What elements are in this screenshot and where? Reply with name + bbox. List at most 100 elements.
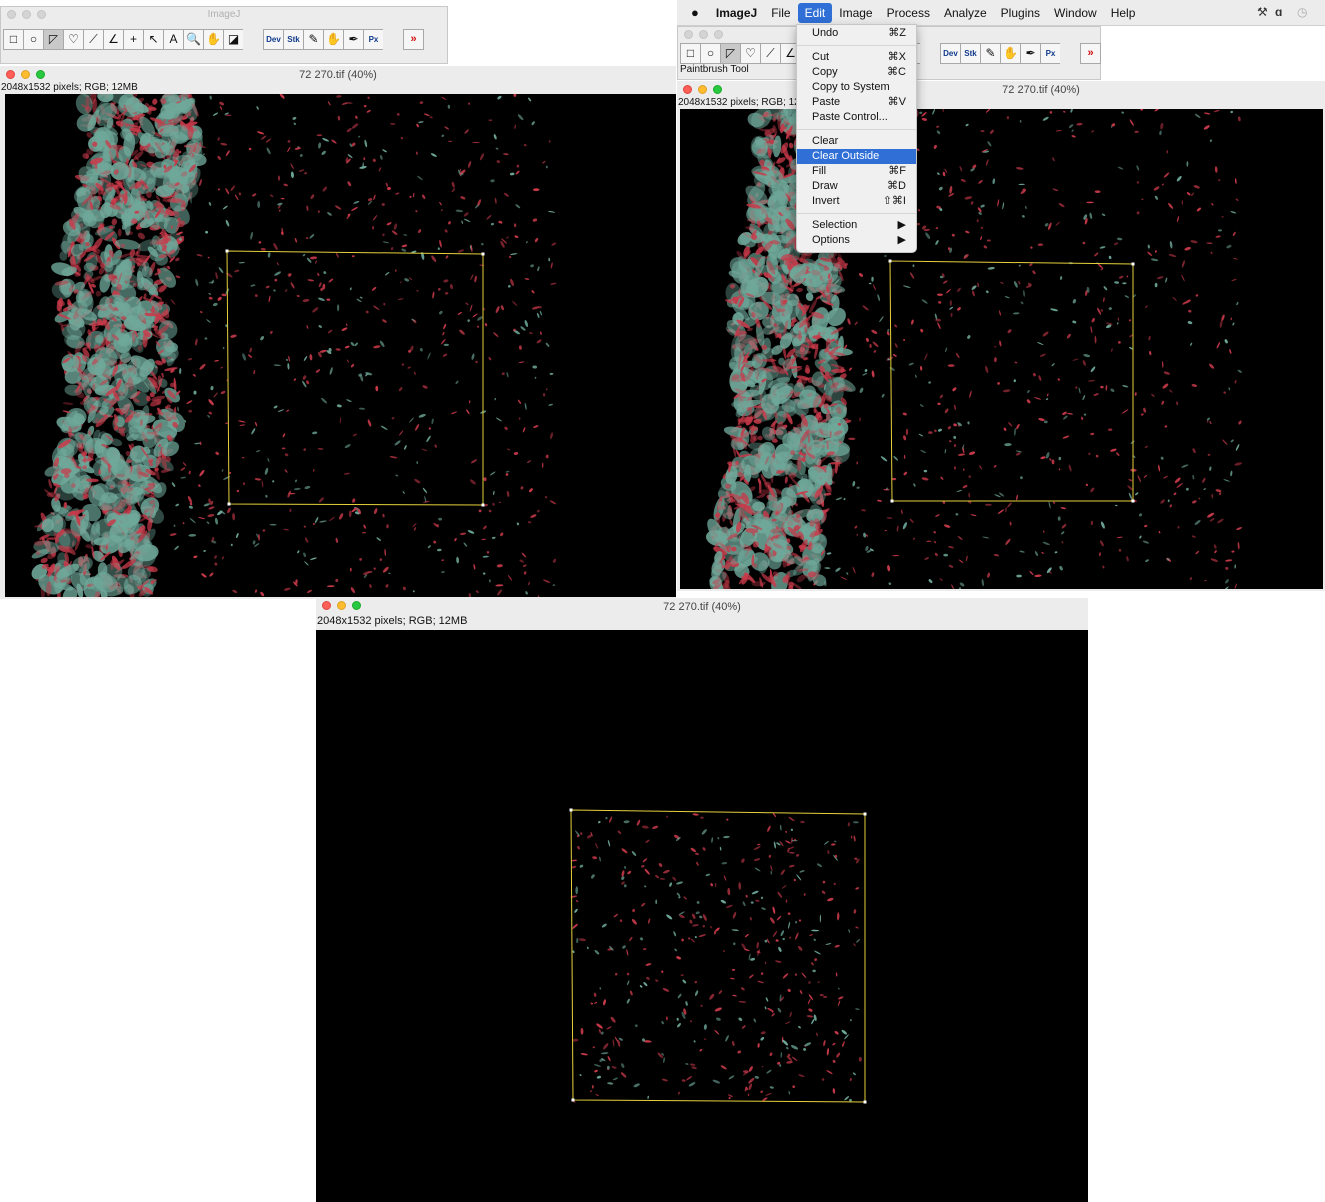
menu-item-clear-outside[interactable]: Clear Outside bbox=[797, 149, 916, 164]
menu-plugins[interactable]: Plugins bbox=[994, 3, 1047, 23]
tissue-speck bbox=[496, 160, 501, 164]
magnifier-tool-button[interactable]: 🔍 bbox=[183, 29, 204, 50]
pen-tool-button[interactable]: ✒ bbox=[1020, 43, 1041, 64]
zoom-button[interactable] bbox=[714, 30, 723, 39]
image-canvas[interactable] bbox=[680, 109, 1323, 589]
roi-handle[interactable] bbox=[227, 502, 231, 506]
rect-tool-button[interactable]: □ bbox=[680, 43, 701, 64]
stk-tool-button[interactable]: Stk bbox=[283, 29, 304, 50]
zoom-button[interactable] bbox=[36, 70, 45, 79]
roi-handle[interactable] bbox=[225, 249, 229, 253]
menu-item-options[interactable]: Options ▶ bbox=[797, 233, 916, 248]
close-button[interactable] bbox=[322, 601, 331, 610]
menu-item-paste-control[interactable]: Paste Control... bbox=[797, 110, 916, 125]
minimize-button[interactable] bbox=[699, 30, 708, 39]
tissue-speck bbox=[801, 972, 807, 979]
image-canvas[interactable] bbox=[316, 630, 1088, 1202]
menu-item-fill[interactable]: Fill ⌘F bbox=[797, 164, 916, 179]
menu-process[interactable]: Process bbox=[880, 3, 937, 23]
minimize-button[interactable] bbox=[22, 10, 31, 19]
minimize-button[interactable] bbox=[337, 601, 346, 610]
hand-tool-button[interactable]: ✋ bbox=[203, 29, 224, 50]
stk-tool-button[interactable]: Stk bbox=[960, 43, 981, 64]
tissue-speck bbox=[1176, 216, 1180, 223]
zoom-button[interactable] bbox=[352, 601, 361, 610]
minimize-button[interactable] bbox=[698, 85, 707, 94]
close-button[interactable] bbox=[684, 30, 693, 39]
tissue-speck bbox=[250, 284, 256, 287]
menu-help[interactable]: Help bbox=[1104, 3, 1143, 23]
px-tool-button[interactable]: Px bbox=[363, 29, 384, 50]
tissue-speck bbox=[304, 537, 309, 543]
menu-item-copy[interactable]: Copy ⌘C bbox=[797, 65, 916, 80]
roi-handle[interactable] bbox=[569, 808, 573, 812]
apple-icon[interactable]: ● bbox=[677, 5, 709, 20]
menu-item-clear[interactable]: Clear bbox=[797, 134, 916, 149]
menu-image[interactable]: Image bbox=[832, 3, 879, 23]
menu-item-undo[interactable]: Undo ⌘Z bbox=[797, 26, 916, 41]
tissue-speck bbox=[603, 1043, 609, 1050]
tissue-speck bbox=[463, 218, 471, 223]
menu-item-invert[interactable]: Invert ⇧⌘I bbox=[797, 194, 916, 209]
script-icon[interactable]: ɑ bbox=[1275, 5, 1282, 19]
close-button[interactable] bbox=[7, 10, 16, 19]
roi-selection[interactable] bbox=[570, 809, 866, 1103]
tissue-speck bbox=[1191, 192, 1195, 197]
wand-tool-button[interactable]: ↖ bbox=[143, 29, 164, 50]
freehand-tool-button[interactable]: ♡ bbox=[63, 29, 84, 50]
roi-handle[interactable] bbox=[571, 1098, 575, 1102]
tissue-speck bbox=[419, 101, 424, 104]
line-tool-button[interactable]: ⟋ bbox=[760, 43, 781, 64]
roi-handle[interactable] bbox=[890, 499, 894, 503]
menu-item-copy-to-system[interactable]: Copy to System bbox=[797, 80, 916, 95]
roi-handle[interactable] bbox=[1131, 499, 1135, 503]
tissue-speck bbox=[344, 444, 351, 449]
angle-tool-button[interactable]: ∠ bbox=[103, 29, 124, 50]
dropper-tool-button[interactable]: ◪ bbox=[223, 29, 244, 50]
flood-tool-button[interactable]: ✋ bbox=[1000, 43, 1021, 64]
roi-selection[interactable] bbox=[226, 250, 484, 506]
roi-handle[interactable] bbox=[863, 812, 867, 816]
dev-tool-button[interactable]: Dev bbox=[940, 43, 961, 64]
brush-tool-button[interactable]: ✎ bbox=[303, 29, 324, 50]
close-button[interactable] bbox=[6, 70, 15, 79]
oval-tool-button[interactable]: ○ bbox=[23, 29, 44, 50]
dev-tool-button[interactable]: Dev bbox=[263, 29, 284, 50]
roi-handle[interactable] bbox=[1131, 262, 1135, 266]
rect-tool-button[interactable]: □ bbox=[3, 29, 24, 50]
roi-handle[interactable] bbox=[481, 252, 485, 256]
zoom-button[interactable] bbox=[37, 10, 46, 19]
brush-tool-button[interactable]: ✎ bbox=[980, 43, 1001, 64]
freehand-tool-button[interactable]: ♡ bbox=[740, 43, 761, 64]
menu-item-selection[interactable]: Selection ▶ bbox=[797, 218, 916, 233]
menu-item-paste[interactable]: Paste ⌘V bbox=[797, 95, 916, 110]
polygon-tool-button[interactable]: ◸ bbox=[720, 43, 741, 64]
px-tool-button[interactable]: Px bbox=[1040, 43, 1061, 64]
oval-tool-button[interactable]: ○ bbox=[700, 43, 721, 64]
roi-selection[interactable] bbox=[889, 260, 1134, 502]
point-tool-button[interactable]: + bbox=[123, 29, 144, 50]
menu-analyze[interactable]: Analyze bbox=[937, 3, 994, 23]
roi-handle[interactable] bbox=[888, 259, 892, 263]
image-canvas[interactable] bbox=[5, 94, 676, 597]
wrench-icon[interactable]: ⚒ bbox=[1257, 5, 1268, 19]
more-tool-buttons[interactable]: » bbox=[1080, 43, 1101, 64]
text-tool-button[interactable]: A bbox=[163, 29, 184, 50]
menu-edit[interactable]: Edit bbox=[797, 2, 833, 23]
close-button[interactable] bbox=[683, 85, 692, 94]
polygon-tool-button[interactable]: ◸ bbox=[43, 29, 64, 50]
more-tool-buttons[interactable]: » bbox=[403, 29, 424, 50]
zoom-button[interactable] bbox=[713, 85, 722, 94]
menu-imagej[interactable]: ImageJ bbox=[709, 3, 764, 23]
roi-handle[interactable] bbox=[863, 1100, 867, 1104]
menu-item-draw[interactable]: Draw ⌘D bbox=[797, 179, 916, 194]
flood-tool-button[interactable]: ✋ bbox=[323, 29, 344, 50]
line-tool-button[interactable]: ⟋ bbox=[83, 29, 104, 50]
minimize-button[interactable] bbox=[21, 70, 30, 79]
menu-file[interactable]: File bbox=[764, 3, 797, 23]
menu-window[interactable]: Window bbox=[1047, 3, 1104, 23]
pen-tool-button[interactable]: ✒ bbox=[343, 29, 364, 50]
time-machine-icon[interactable]: ◷ bbox=[1297, 5, 1307, 19]
roi-handle[interactable] bbox=[481, 503, 485, 507]
menu-item-cut[interactable]: Cut ⌘X bbox=[797, 50, 916, 65]
